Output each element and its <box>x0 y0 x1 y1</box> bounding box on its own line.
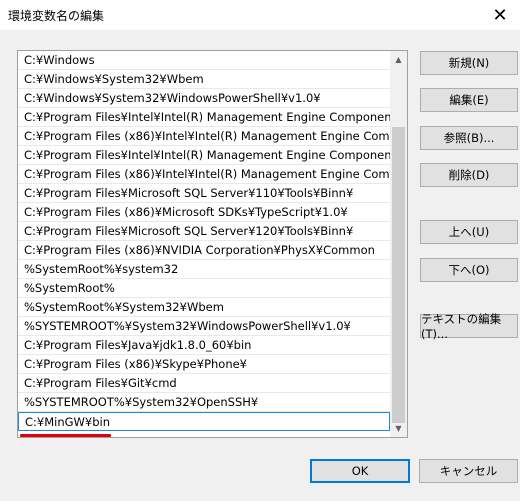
vertical-scrollbar[interactable]: ▲ ▼ <box>390 51 407 437</box>
close-icon[interactable]: ✕ <box>486 2 514 28</box>
list-item[interactable]: C:¥Program Files¥Intel¥Intel(R) Manageme… <box>18 146 390 165</box>
list-item[interactable]: C:¥Program Files (x86)¥Skype¥Phone¥ <box>18 355 390 374</box>
list-item[interactable]: C:¥Windows <box>18 51 390 70</box>
edit-environment-variable-dialog: 環境変数名の編集 ✕ C:¥Windows C:¥Windows¥System3… <box>0 0 520 501</box>
edit-button[interactable]: 編集(E) <box>420 88 518 112</box>
list-item[interactable]: C:¥Windows¥System32¥WindowsPowerShell¥v1… <box>18 89 390 108</box>
list-item[interactable]: C:¥Windows¥System32¥Wbem <box>18 70 390 89</box>
chevron-down-icon[interactable]: ▼ <box>390 420 407 437</box>
title-bar: 環境変数名の編集 ✕ <box>0 0 520 30</box>
chevron-up-icon[interactable]: ▲ <box>390 51 407 68</box>
list-item[interactable]: %SystemRoot% <box>18 279 390 298</box>
new-button[interactable]: 新規(N) <box>420 51 518 75</box>
list-item[interactable]: %SystemRoot%¥system32 <box>18 260 390 279</box>
list-item[interactable]: C:¥Program Files (x86)¥NVIDIA Corporatio… <box>18 241 390 260</box>
move-down-button[interactable]: 下へ(O) <box>420 258 518 282</box>
scrollbar-thumb[interactable] <box>392 127 405 423</box>
list-item-editing[interactable]: C:¥MinGW¥bin <box>18 412 390 431</box>
list-item[interactable]: C:¥Program Files¥Microsoft SQL Server¥12… <box>18 222 390 241</box>
list-item[interactable]: C:¥Program Files (x86)¥Intel¥Intel(R) Ma… <box>18 127 390 146</box>
list-item[interactable]: C:¥Program Files¥Intel¥Intel(R) Manageme… <box>18 108 390 127</box>
browse-button[interactable]: 参照(B)... <box>420 126 518 150</box>
cancel-button[interactable]: キャンセル <box>419 459 518 483</box>
delete-button[interactable]: 削除(D) <box>420 163 518 187</box>
list-item[interactable]: %SystemRoot%¥System32¥Wbem <box>18 298 390 317</box>
move-up-button[interactable]: 上へ(U) <box>420 220 518 244</box>
list-item[interactable]: %SYSTEMROOT%¥System32¥WindowsPowerShell¥… <box>18 317 390 336</box>
list-item[interactable]: C:¥Program Files¥Microsoft SQL Server¥11… <box>18 184 390 203</box>
red-underline-annotation <box>20 434 111 437</box>
path-list[interactable]: C:¥Windows C:¥Windows¥System32¥Wbem C:¥W… <box>17 50 408 438</box>
edit-text-button[interactable]: テキストの編集(T)... <box>420 312 518 341</box>
list-item[interactable]: C:¥Program Files¥Java¥jdk1.8.0_60¥bin <box>18 336 390 355</box>
window-title: 環境変数名の編集 <box>8 9 105 23</box>
list-item[interactable]: %SYSTEMROOT%¥System32¥OpenSSH¥ <box>18 393 390 412</box>
ok-button[interactable]: OK <box>310 459 410 483</box>
list-item[interactable]: C:¥Program Files¥Git¥cmd <box>18 374 390 393</box>
list-item[interactable]: C:¥Program Files (x86)¥Intel¥Intel(R) Ma… <box>18 165 390 184</box>
list-item[interactable]: C:¥Program Files (x86)¥Microsoft SDKs¥Ty… <box>18 203 390 222</box>
